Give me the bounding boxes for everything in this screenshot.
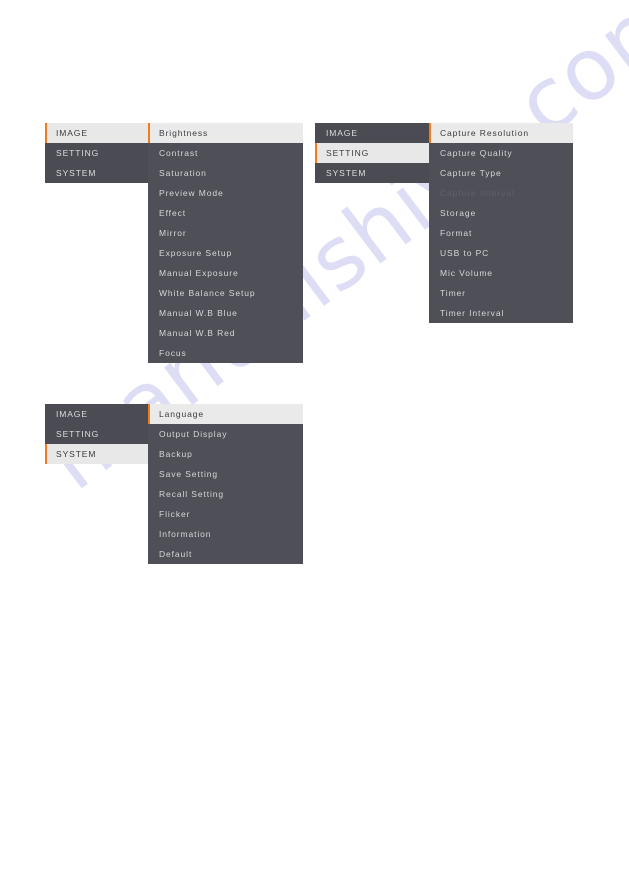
menu-item-manual-exposure[interactable]: Manual Exposure xyxy=(148,263,303,283)
menu-item-capture-resolution[interactable]: Capture Resolution xyxy=(429,123,573,143)
menu-item-mirror[interactable]: Mirror xyxy=(148,223,303,243)
category-item-image[interactable]: IMAGE xyxy=(315,123,429,143)
system-menu-item-column: Language Output Display Backup Save Setting… xyxy=(148,404,303,564)
menu-item-usb-to-pc[interactable]: USB to PC xyxy=(429,243,573,263)
menu-item-format[interactable]: Format xyxy=(429,223,573,243)
menu-item-timer[interactable]: Timer xyxy=(429,283,573,303)
category-item-system[interactable]: SYSTEM xyxy=(45,444,148,464)
menu-item-manual-w-b-blue[interactable]: Manual W.B Blue xyxy=(148,303,303,323)
menu-item-white-balance-setup[interactable]: White Balance Setup xyxy=(148,283,303,303)
menu-item-save-setting[interactable]: Save Setting xyxy=(148,464,303,484)
menu-item-output-display[interactable]: Output Display xyxy=(148,424,303,444)
category-item-setting[interactable]: SETTING xyxy=(315,143,429,163)
menu-item-language[interactable]: Language xyxy=(148,404,303,424)
menu-item-preview-mode[interactable]: Preview Mode xyxy=(148,183,303,203)
menu-item-contrast[interactable]: Contrast xyxy=(148,143,303,163)
category-item-system[interactable]: SYSTEM xyxy=(315,163,429,183)
menu-item-default[interactable]: Default xyxy=(148,544,303,564)
menu-item-capture-quality[interactable]: Capture Quality xyxy=(429,143,573,163)
menu-item-flicker[interactable]: Flicker xyxy=(148,504,303,524)
menu-item-focus[interactable]: Focus xyxy=(148,343,303,363)
menu-item-capture-type[interactable]: Capture Type xyxy=(429,163,573,183)
category-item-system[interactable]: SYSTEM xyxy=(45,163,148,183)
menu-item-brightness[interactable]: Brightness xyxy=(148,123,303,143)
system-menu-category-column: IMAGE SETTING SYSTEM xyxy=(45,404,148,464)
menu-item-capture-interval: Capture Interval xyxy=(440,188,515,198)
menu-item-saturation[interactable]: Saturation xyxy=(148,163,303,183)
menu-item-effect[interactable]: Effect xyxy=(148,203,303,223)
category-item-setting[interactable]: SETTING xyxy=(45,424,148,444)
setting-menu-category-column: IMAGE SETTING SYSTEM xyxy=(315,123,429,183)
category-item-image[interactable]: IMAGE xyxy=(45,404,148,424)
image-menu-item-column: Brightness Contrast Saturation Preview Mode… xyxy=(148,123,303,363)
category-item-setting[interactable]: SETTING xyxy=(45,143,148,163)
menu-item-recall-setting[interactable]: Recall Setting xyxy=(148,484,303,504)
menu-item-timer-interval[interactable]: Timer Interval xyxy=(429,303,573,323)
system-menu: IMAGE SETTING SYSTEM Language Output Display… xyxy=(45,404,303,564)
menu-item-information[interactable]: Information xyxy=(148,524,303,544)
setting-menu: IMAGE SETTING SYSTEM Capture Resolution Capt… xyxy=(315,123,573,323)
setting-menu-item-column: Capture Resolution Capture Quality Capture… xyxy=(429,123,573,323)
menu-item-mic-volume[interactable]: Mic Volume xyxy=(429,263,573,283)
category-item-image[interactable]: IMAGE xyxy=(45,123,148,143)
menu-item-exposure-setup[interactable]: Exposure Setup xyxy=(148,243,303,263)
image-menu-category-column: IMAGE SETTING SYSTEM xyxy=(45,123,148,183)
menu-item-backup[interactable]: Backup xyxy=(148,444,303,464)
menu-item-manual-w-b-red[interactable]: Manual W.B Red xyxy=(148,323,303,343)
image-menu: IMAGE SETTING SYSTEM Brightness Contrast Satu… xyxy=(45,123,303,363)
menu-item-storage[interactable]: Storage xyxy=(429,203,573,223)
